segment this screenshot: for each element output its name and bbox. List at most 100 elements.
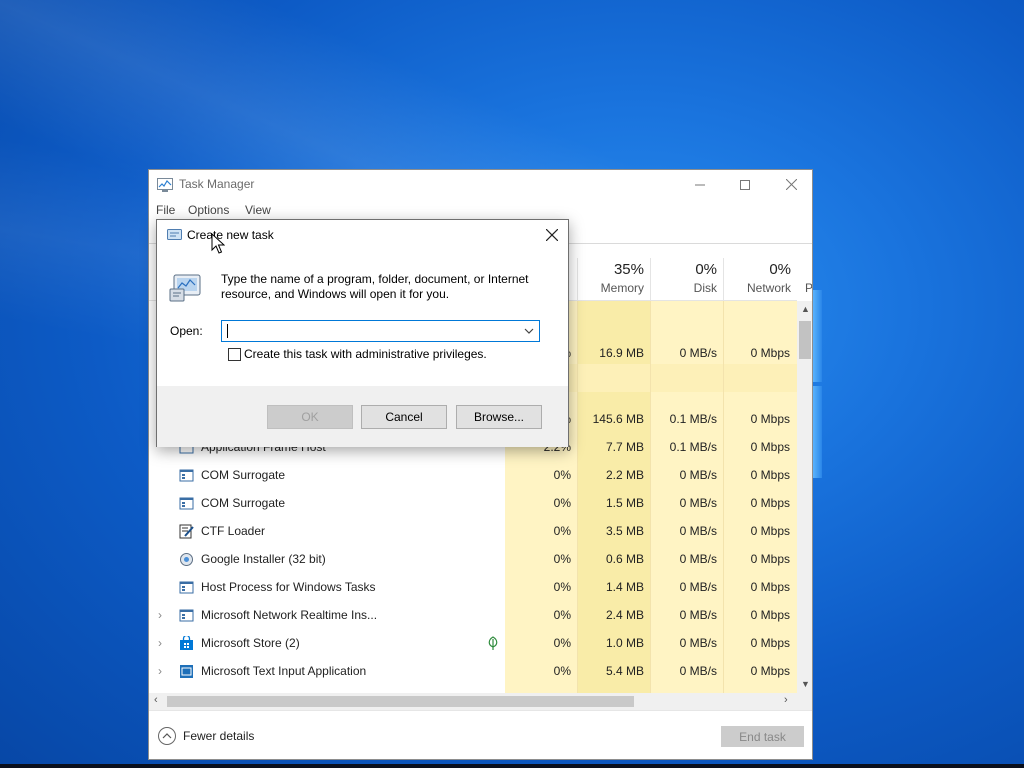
scroll-up-icon[interactable]: ▲ — [797, 304, 812, 314]
cancel-button[interactable]: Cancel — [361, 405, 447, 429]
dialog-title: Create new task — [187, 228, 274, 242]
disk-label: Disk — [693, 281, 717, 295]
memory-cell: 145.6 MB — [592, 412, 644, 426]
network-cell: 0 Mbps — [750, 346, 790, 360]
taskbar-edge — [0, 764, 1024, 768]
network-cell: 0 Mbps — [750, 496, 790, 510]
expand-chevron-icon[interactable]: › — [158, 636, 162, 650]
menu-view[interactable]: View — [245, 203, 271, 217]
admin-privileges-label[interactable]: Create this task with administrative pri… — [244, 347, 487, 361]
memory-cell: 2.2 MB — [605, 468, 644, 482]
table-row[interactable]: Host Process for Windows Tasks 0% 1.4 MB… — [149, 574, 797, 602]
process-name: CTF Loader — [201, 524, 266, 538]
maximize-button[interactable] — [722, 170, 768, 199]
memory-cell: 0.6 MB — [605, 552, 644, 566]
minimize-button[interactable] — [677, 170, 723, 199]
column-header-network[interactable]: 0% Network — [723, 258, 797, 300]
dialog-close-button[interactable] — [537, 222, 567, 248]
disk-cell: 0.1 MB/s — [669, 440, 717, 454]
process-name: Microsoft Network Realtime Ins... — [201, 608, 378, 622]
process-name: Microsoft Text Input Application — [201, 664, 367, 678]
minimize-icon — [695, 184, 705, 185]
browse-button[interactable]: Browse... — [456, 405, 542, 429]
column-header-memory[interactable]: 35% Memory — [577, 258, 650, 300]
scroll-down-icon[interactable]: ▼ — [797, 679, 812, 689]
notepad-pen-icon — [179, 524, 194, 539]
close-icon — [785, 179, 797, 190]
maximize-icon — [740, 179, 750, 190]
network-cell: 0 Mbps — [750, 552, 790, 566]
table-row[interactable]: COM Surrogate 0% 2.2 MB 0 MB/s 0 Mbps — [149, 462, 797, 490]
chevron-down-icon[interactable] — [522, 324, 536, 338]
cpu-cell: 0% — [553, 608, 571, 622]
disk-cell: 0 MB/s — [679, 580, 717, 594]
network-cell: 0 Mbps — [750, 524, 790, 538]
process-name: Host Process for Windows Tasks — [201, 580, 376, 594]
disk-cell: 0 MB/s — [679, 496, 717, 510]
memory-cell: 7.7 MB — [605, 440, 644, 454]
memory-cell: 16.9 MB — [599, 346, 644, 360]
memory-percent: 35% — [613, 261, 644, 278]
menu-file[interactable]: File — [156, 203, 175, 217]
expand-chevron-icon[interactable]: › — [158, 664, 162, 678]
network-cell: 0 Mbps — [750, 468, 790, 482]
fewer-details-link[interactable]: Fewer details — [183, 729, 254, 743]
table-row[interactable]: › Microsoft Network Realtime Ins... 0% 2… — [149, 602, 797, 630]
horizontal-scrollbar[interactable]: ‹ › — [149, 693, 797, 710]
cpu-cell: 0% — [553, 636, 571, 650]
admin-privileges-checkbox[interactable] — [228, 348, 241, 361]
process-name: Microsoft Store (2) — [201, 636, 300, 650]
vertical-scrollbar[interactable]: ▲ ▼ — [797, 301, 812, 693]
end-task-button[interactable]: End task — [721, 726, 804, 747]
open-label: Open: — [170, 324, 203, 338]
disk-cell: 0 MB/s — [679, 664, 717, 678]
open-combobox[interactable] — [221, 320, 540, 342]
expand-chevron-icon[interactable]: › — [158, 608, 162, 622]
network-percent: 0% — [769, 261, 791, 278]
column-header-disk[interactable]: 0% Disk — [650, 258, 723, 300]
scroll-corner — [797, 693, 812, 710]
table-row[interactable]: COM Surrogate 0% 1.5 MB 0 MB/s 0 Mbps — [149, 490, 797, 518]
memory-cell: 1.5 MB — [605, 496, 644, 510]
horizontal-scroll-thumb[interactable] — [167, 696, 634, 707]
memory-cell: 3.5 MB — [605, 524, 644, 538]
window-app-icon — [179, 581, 194, 594]
memory-cell: 5.4 MB — [605, 664, 644, 678]
menu-options[interactable]: Options — [188, 203, 229, 217]
vertical-scroll-thumb[interactable] — [799, 321, 811, 359]
column-header-power-partial[interactable]: P — [805, 281, 812, 295]
footer-bar: Fewer details End task — [149, 710, 812, 759]
cpu-cell: 0% — [553, 580, 571, 594]
disk-cell: 0 MB/s — [679, 346, 717, 360]
network-cell: 0 Mbps — [750, 412, 790, 426]
disk-percent: 0% — [695, 261, 717, 278]
network-cell: 0 Mbps — [750, 608, 790, 622]
disk-cell: 0 MB/s — [679, 468, 717, 482]
process-name: Google Installer (32 bit) — [201, 552, 326, 566]
table-row[interactable]: CTF Loader 0% 3.5 MB 0 MB/s 0 Mbps — [149, 518, 797, 546]
table-row[interactable]: › Microsoft Store (2) 0% 1.0 MB 0 MB/s 0… — [149, 630, 797, 658]
process-name: COM Surrogate — [201, 496, 286, 510]
chevron-up-circle-icon[interactable] — [158, 727, 176, 745]
menu-bar: File Options View — [149, 200, 812, 220]
memory-cell: 1.0 MB — [605, 636, 644, 650]
cpu-cell: 0% — [553, 552, 571, 566]
task-manager-titlebar[interactable]: Task Manager — [149, 170, 812, 200]
installer-icon — [180, 553, 193, 566]
ok-button[interactable]: OK — [267, 405, 353, 429]
disk-cell: 0.1 MB/s — [669, 412, 717, 426]
window-app-icon — [179, 469, 194, 482]
dialog-description: Type the name of a program, folder, docu… — [221, 272, 529, 301]
run-program-icon — [169, 274, 201, 302]
table-row[interactable]: › Microsoft Text Input Application 0% 5.… — [149, 658, 797, 686]
scroll-left-icon[interactable]: ‹ — [154, 694, 158, 706]
table-row[interactable]: Google Installer (32 bit) 0% 0.6 MB 0 MB… — [149, 546, 797, 574]
scroll-right-icon[interactable]: › — [784, 694, 788, 706]
cpu-cell: 0% — [553, 524, 571, 538]
run-dialog-title-icon — [167, 229, 182, 240]
store-bag-icon — [180, 636, 193, 650]
close-button[interactable] — [768, 170, 812, 199]
task-manager-title: Task Manager — [179, 177, 255, 191]
disk-cell: 0 MB/s — [679, 636, 717, 650]
text-input-app-icon — [180, 665, 193, 678]
